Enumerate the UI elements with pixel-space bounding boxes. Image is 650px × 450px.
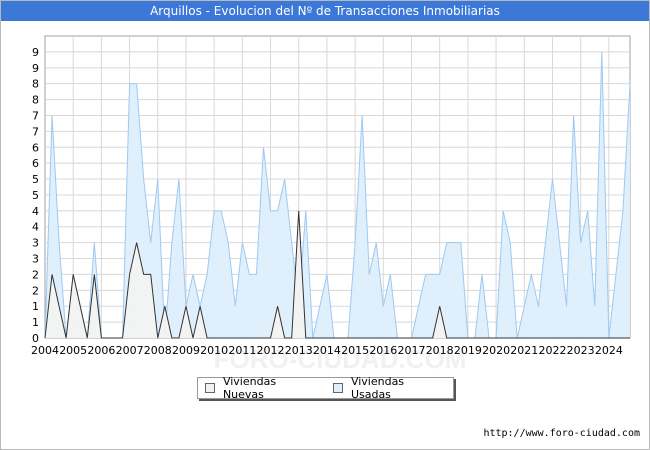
x-tick-label: 2019	[454, 344, 482, 357]
y-tick-label: 7	[32, 109, 39, 122]
y-tick-label: 4	[32, 205, 39, 218]
x-tick-label: 2009	[172, 344, 200, 357]
legend: Viviendas Nuevas Viviendas Usadas	[197, 375, 454, 401]
x-tick-label: 2010	[200, 344, 228, 357]
x-tick-label: 2024	[595, 344, 623, 357]
y-tick-label: 6	[32, 157, 39, 170]
legend-item-usadas: Viviendas Usadas	[332, 375, 447, 401]
y-tick-label: 3	[32, 237, 39, 250]
legend-label-usadas: Viviendas Usadas	[350, 375, 405, 401]
x-tick-label: 2022	[538, 344, 566, 357]
legend-swatch-nuevas	[205, 383, 215, 393]
x-tick-label: 2013	[285, 344, 313, 357]
y-tick-label: 3	[32, 253, 39, 266]
legend-item-nuevas: Viviendas Nuevas	[205, 375, 320, 401]
y-tick-label: 8	[32, 78, 39, 91]
x-tick-label: 2021	[510, 344, 538, 357]
y-tick-label: 9	[32, 62, 39, 75]
x-tick-label: 2018	[426, 344, 454, 357]
x-tick-label: 2007	[116, 344, 144, 357]
y-tick-label: 8	[32, 94, 39, 107]
y-tick-label: 2	[32, 284, 39, 297]
y-tick-label: 9	[32, 46, 39, 59]
x-tick-label: 2005	[59, 344, 87, 357]
y-tick-label: 6	[32, 141, 39, 154]
x-tick-label: 2020	[482, 344, 510, 357]
y-tick-label: 4	[32, 221, 39, 234]
y-tick-label: 2	[32, 268, 39, 281]
source-url: http://www.foro-ciudad.com	[483, 428, 640, 439]
y-tick-label: 5	[32, 189, 39, 202]
x-tick-label: 2004	[31, 344, 59, 357]
x-tick-label: 2017	[398, 344, 426, 357]
x-tick-label: 2008	[144, 344, 172, 357]
y-tick-label: 7	[32, 125, 39, 138]
y-tick-label: 5	[32, 173, 39, 186]
x-tick-label: 2023	[567, 344, 595, 357]
y-tick-label: 1	[32, 316, 39, 329]
x-tick-label: 2011	[228, 344, 256, 357]
y-tick-label: 1	[32, 300, 39, 313]
x-tick-label: 2016	[369, 344, 397, 357]
x-tick-label: 2015	[341, 344, 369, 357]
legend-label-nuevas: Viviendas Nuevas	[222, 375, 277, 401]
x-tick-label: 2012	[257, 344, 285, 357]
legend-swatch-usadas	[332, 383, 343, 393]
x-tick-label: 2014	[313, 344, 341, 357]
x-tick-label: 2006	[87, 344, 115, 357]
